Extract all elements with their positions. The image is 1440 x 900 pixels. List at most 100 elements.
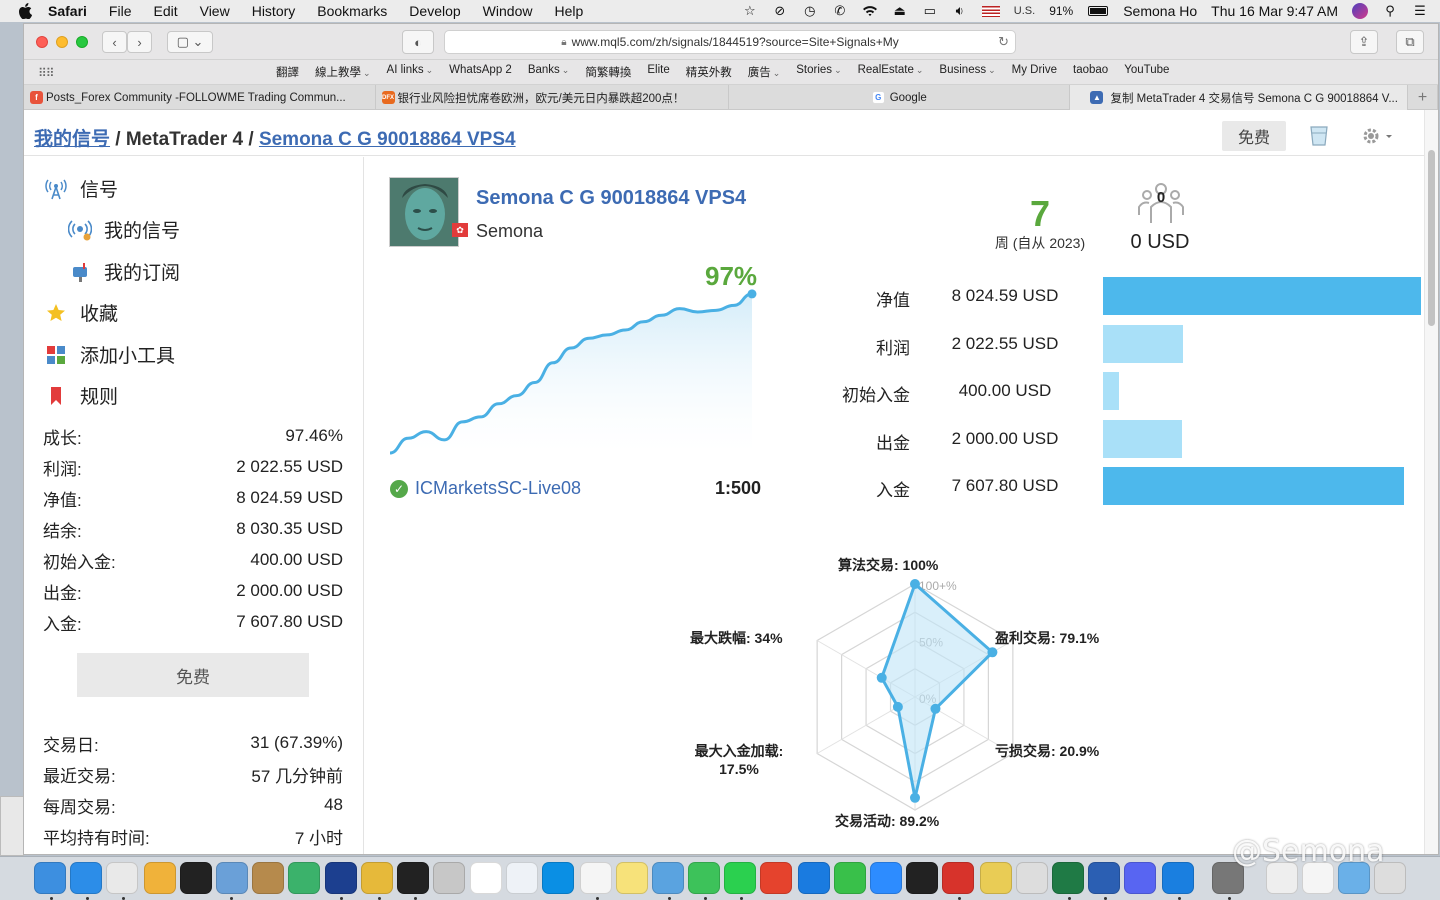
chrome-icon[interactable]: [106, 862, 138, 894]
bookmark-item[interactable]: My Drive: [1012, 64, 1057, 80]
zoom-window-button[interactable]: [76, 35, 88, 48]
phone-icon[interactable]: ✆: [832, 3, 848, 19]
menu-edit[interactable]: Edit: [153, 3, 177, 19]
whatsapp-icon[interactable]: [724, 862, 756, 894]
scrivener-icon[interactable]: [397, 862, 429, 894]
cup-icon[interactable]: [1308, 124, 1330, 148]
sidebar-toggle-button[interactable]: ▢ ⌄: [167, 31, 213, 53]
apple-icon[interactable]: [16, 2, 34, 20]
favorites-grid-icon[interactable]: ⠿⠿: [38, 66, 55, 80]
bookmark-item[interactable]: Banks ⌄: [528, 64, 570, 80]
tab-dfx[interactable]: DFX 银行业风险担忧席卷欧洲，欧元/美元日内暴跌超200点！: [376, 85, 729, 110]
nav-add-widgets[interactable]: 添加小工具: [44, 341, 175, 368]
tab-mql5[interactable]: ▲ 复制 MetaTrader 4 交易信号 Semona C G 900188…: [1070, 85, 1409, 110]
safari-icon[interactable]: [70, 862, 102, 894]
tab-overview-button[interactable]: ⧉: [1396, 30, 1424, 54]
clock[interactable]: Thu 16 Mar 9:47 AM: [1211, 3, 1338, 19]
forward-button[interactable]: ›: [127, 31, 152, 53]
balance-bar[interactable]: [1103, 467, 1404, 505]
menu-bookmarks[interactable]: Bookmarks: [317, 3, 387, 19]
signal-author[interactable]: Semona: [476, 221, 543, 242]
bookmark-item[interactable]: taobao: [1073, 64, 1108, 80]
adguard-icon[interactable]: [288, 862, 320, 894]
zoom-icon[interactable]: [870, 862, 902, 894]
back-button[interactable]: ‹: [102, 31, 127, 53]
scrollbar-thumb[interactable]: [1428, 150, 1435, 326]
growth-chart[interactable]: [388, 281, 768, 471]
airplay-icon[interactable]: ▭: [922, 3, 938, 19]
calculator-icon[interactable]: [433, 862, 465, 894]
radar-point[interactable]: [892, 701, 903, 712]
breadcrumb-signal[interactable]: Semona C G 90018864 VPS4: [259, 129, 516, 150]
new-tab-button[interactable]: +: [1408, 85, 1438, 110]
star-menu-icon[interactable]: ☆: [742, 3, 758, 19]
broker-link[interactable]: ✓ ICMarketsSC-Live08: [390, 478, 581, 499]
bookmark-item[interactable]: 翻譯: [276, 64, 299, 80]
wifi-icon[interactable]: [862, 3, 878, 19]
bitdefender-icon[interactable]: [325, 862, 357, 894]
bookmark-item[interactable]: 簡繁轉換: [585, 64, 631, 80]
balance-bar[interactable]: [1103, 420, 1182, 458]
acrobat-icon[interactable]: [942, 862, 974, 894]
stickies-icon[interactable]: [616, 862, 648, 894]
word-icon[interactable]: [1088, 862, 1120, 894]
close-window-button[interactable]: [36, 35, 48, 48]
nav-signals[interactable]: 信号: [44, 175, 118, 202]
signal-title[interactable]: Semona C G 90018864 VPS4: [476, 187, 746, 210]
radar-point[interactable]: [987, 647, 998, 658]
radar-point[interactable]: [876, 672, 887, 683]
address-bar[interactable]: 🔒︎ www.mql5.com/zh/signals/1844519?sourc…: [444, 30, 1016, 54]
radar-point[interactable]: [910, 579, 920, 589]
bookmark-item[interactable]: AI links ⌄: [387, 64, 434, 80]
avatar[interactable]: [389, 177, 459, 247]
stop-menu-icon[interactable]: ⊘: [772, 3, 788, 19]
bookmark-item[interactable]: 精英外教: [686, 64, 732, 80]
bookmark-item[interactable]: RealEstate ⌄: [858, 64, 924, 80]
notes-book-icon[interactable]: [252, 862, 284, 894]
flag-us-icon[interactable]: [981, 5, 1000, 17]
photos-icon[interactable]: [144, 862, 176, 894]
pdf-tool-icon[interactable]: [760, 862, 792, 894]
control-center-icon[interactable]: ☰: [1412, 3, 1428, 19]
mail-icon[interactable]: [506, 862, 538, 894]
skype-icon[interactable]: [542, 862, 574, 894]
privacy-shield-icon[interactable]: ◐: [402, 30, 434, 54]
testflight-icon[interactable]: [798, 862, 830, 894]
bookmark-item[interactable]: WhatsApp 2: [449, 64, 512, 80]
share-button[interactable]: ⇪: [1350, 30, 1378, 54]
menu-develop[interactable]: Develop: [409, 3, 460, 19]
reload-icon[interactable]: ↻: [998, 34, 1009, 50]
screenshot-icon[interactable]: [1016, 862, 1048, 894]
preview-icon[interactable]: [216, 862, 248, 894]
balance-bar[interactable]: [1103, 372, 1119, 410]
bookmark-item[interactable]: 廣告 ⌄: [748, 64, 781, 80]
nav-rules[interactable]: 规则: [44, 382, 118, 409]
menu-help[interactable]: Help: [554, 3, 583, 19]
menu-safari[interactable]: Safari: [48, 3, 87, 19]
nav-favorites[interactable]: 收藏: [44, 299, 118, 326]
battery-percent[interactable]: 91%: [1049, 4, 1073, 18]
radar-point[interactable]: [930, 703, 941, 714]
spotlight-icon[interactable]: ⚲: [1382, 3, 1398, 19]
menu-window[interactable]: Window: [483, 3, 533, 19]
discord-icon[interactable]: [1124, 862, 1156, 894]
wechat-icon[interactable]: [688, 862, 720, 894]
excel-icon[interactable]: [1052, 862, 1084, 894]
breadcrumb-my-signals[interactable]: 我的信号: [34, 129, 110, 150]
bookmark-item[interactable]: Stories ⌄: [796, 64, 841, 80]
siri-icon[interactable]: [1352, 3, 1368, 19]
norton-icon[interactable]: [361, 862, 393, 894]
tweetbot-icon[interactable]: [652, 862, 684, 894]
balance-bar[interactable]: [1103, 277, 1421, 315]
nav-my-signals[interactable]: 我的信号: [68, 216, 180, 243]
teamviewer-icon[interactable]: [1162, 862, 1194, 894]
volume-icon[interactable]: 🔉︎: [952, 3, 968, 19]
time-machine-icon[interactable]: ◷: [802, 3, 818, 19]
calendar-icon[interactable]: [470, 862, 502, 894]
tab-followme[interactable]: f Posts_Forex Community -FOLLOWME Tradin…: [24, 85, 376, 110]
page-scrollbar[interactable]: [1424, 110, 1438, 854]
menu-history[interactable]: History: [252, 3, 296, 19]
nav-my-subscriptions[interactable]: 我的订阅: [68, 258, 180, 285]
zip-icon[interactable]: [980, 862, 1012, 894]
minimize-window-button[interactable]: [56, 35, 68, 48]
